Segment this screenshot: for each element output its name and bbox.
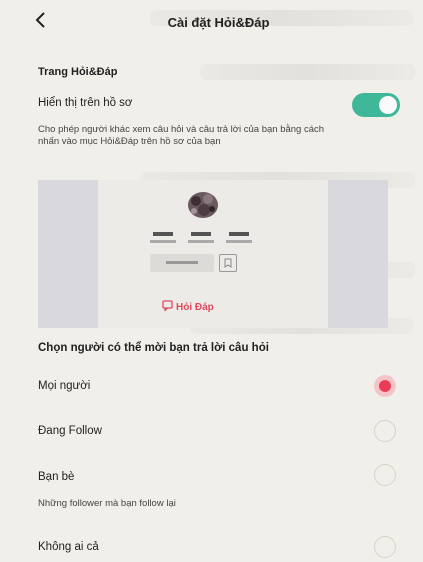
option-following-label[interactable]: Đang Follow [38,425,102,437]
qa-link-label: Hỏi Đáp [176,301,214,313]
option-friends-label[interactable]: Bạn bè [38,471,74,483]
preview-stat-following [150,232,176,248]
section-title-invite: Chọn người có thể mời bạn trả lời câu hỏ… [38,342,269,354]
preview-right-panel [328,180,388,328]
qa-icon [162,300,173,314]
back-button[interactable] [30,11,50,34]
option-no-one-radio[interactable] [374,536,396,558]
header-bar: Cài đặt Hỏi&Đáp [0,0,423,44]
bookmark-icon [219,254,237,272]
background-texture [200,64,415,80]
option-friends-radio[interactable] [374,464,396,486]
avatar [186,190,220,220]
preview-edit-button [150,254,214,272]
preview-qa-link: Hỏi Đáp [162,300,214,314]
option-everyone-radio[interactable] [374,375,396,397]
preview-stat-followers [188,232,214,248]
section-title-qa-page: Trang Hỏi&Đáp [38,66,118,78]
chevron-left-icon [34,11,46,34]
show-on-profile-label: Hiển thị trên hồ sơ [38,97,133,109]
option-everyone-label[interactable]: Mọi người [38,380,90,392]
option-following-radio[interactable] [374,420,396,442]
show-on-profile-toggle[interactable] [352,93,400,117]
show-on-profile-desc-2: nhấn vào mục Hỏi&Đáp trên hồ sơ của bạn [38,136,221,147]
page-title: Cài đặt Hỏi&Đáp [167,14,270,30]
option-friends-desc: Những follower mà bạn follow lại [38,498,176,509]
preview-stat-likes [226,232,252,248]
preview-left-panel [38,180,98,328]
profile-preview: Hỏi Đáp [38,180,388,328]
show-on-profile-desc-1: Cho phép người khác xem câu hỏi và câu t… [38,124,325,135]
toggle-knob [379,96,397,114]
option-no-one-label[interactable]: Không ai cả [38,541,99,553]
qa-settings-screen: Cài đặt Hỏi&Đáp Trang Hỏi&Đáp Hiển thị t… [0,0,423,562]
